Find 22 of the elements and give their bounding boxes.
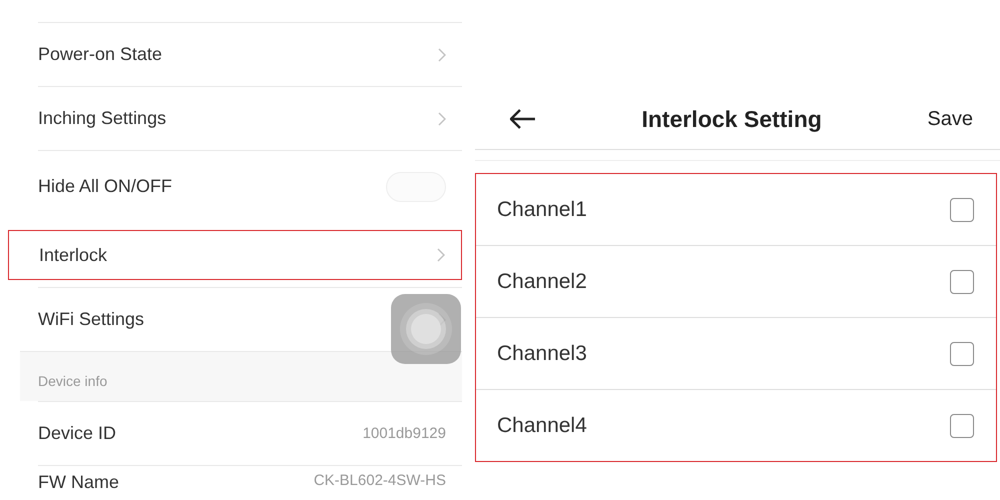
menu-item-label[interactable]: WiFi Settings — [38, 309, 144, 330]
back-arrow-icon[interactable] — [510, 109, 536, 129]
channel-label: Channel1 — [497, 198, 587, 222]
checkbox[interactable] — [950, 270, 974, 294]
screen-title: Interlock Setting — [642, 106, 822, 132]
channel-label: Channel3 — [497, 342, 587, 366]
channel-label: Channel4 — [497, 414, 587, 438]
section-header: Device info — [38, 373, 108, 389]
save-button[interactable]: Save — [927, 108, 973, 130]
channel-label: Channel2 — [497, 270, 587, 294]
setting-label: Hide All ON/OFF — [38, 176, 172, 197]
info-value: 1001db9129 — [362, 425, 446, 442]
floating-touch-button[interactable] — [391, 294, 461, 364]
checkbox[interactable] — [950, 342, 974, 366]
info-value: CK-BL602-4SW-HS — [314, 472, 446, 489]
menu-item-label[interactable]: Interlock — [39, 244, 108, 266]
checkbox[interactable] — [950, 198, 974, 222]
checkbox[interactable] — [950, 414, 974, 438]
menu-item-label[interactable]: Power-on State — [38, 44, 162, 65]
info-label: Device ID — [38, 423, 116, 444]
menu-item-label[interactable]: Inching Settings — [38, 108, 166, 129]
info-label: FW Name — [38, 472, 119, 493]
